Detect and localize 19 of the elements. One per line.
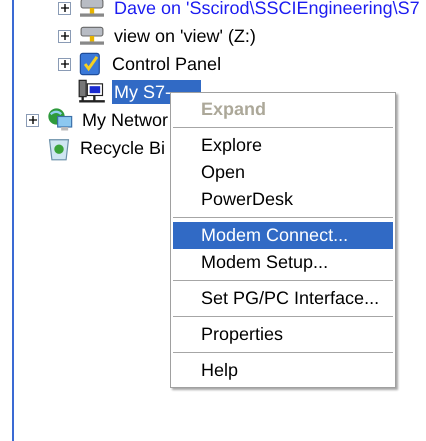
network-globe-icon [46, 107, 74, 133]
expand-toggle[interactable] [58, 30, 71, 42]
menu-item[interactable]: Properties [173, 321, 393, 348]
tree-item[interactable]: Recycle Bi [78, 136, 168, 160]
menu-item[interactable]: Help [173, 357, 393, 384]
expand-toggle[interactable] [58, 2, 71, 14]
expand-toggle[interactable] [58, 58, 71, 70]
menu-item[interactable]: Open [173, 159, 393, 186]
menu-item[interactable]: PowerDesk [173, 186, 393, 213]
tree-item[interactable]: view on 'view' (Z:) [112, 24, 258, 48]
expand-toggle[interactable] [26, 114, 39, 126]
menu-item[interactable]: Modem Connect... [173, 222, 393, 249]
tree-item[interactable]: My Networ [80, 108, 170, 132]
menu-item[interactable]: Set PG/PC Interface... [173, 285, 393, 312]
tree-item[interactable]: Dave on 'Sscirod\SSCIEngineering\S7 [112, 0, 422, 20]
menu-item[interactable]: Explore [173, 132, 393, 159]
menu-item[interactable]: Modem Setup... [173, 249, 393, 276]
computer-network-icon [78, 79, 106, 105]
tree-item[interactable]: Control Panel [110, 52, 224, 76]
